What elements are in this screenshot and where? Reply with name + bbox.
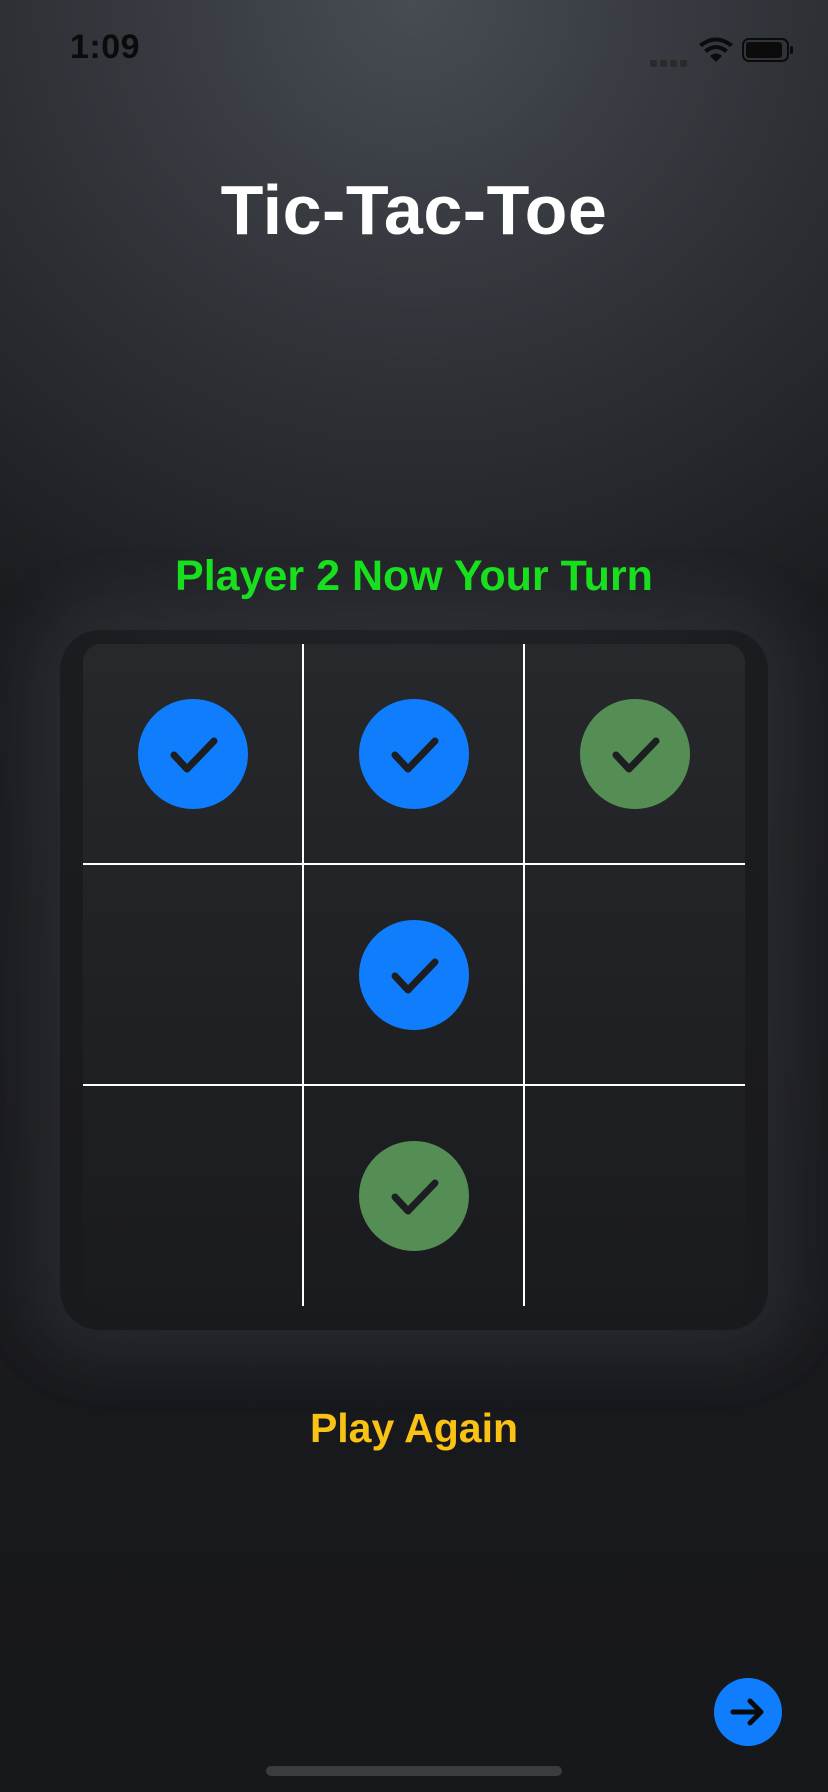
board-cell-8[interactable] bbox=[304, 1086, 524, 1306]
checkmark-icon bbox=[170, 737, 218, 773]
game-board bbox=[83, 644, 745, 1306]
checkmark-icon bbox=[391, 737, 439, 773]
next-button[interactable] bbox=[714, 1678, 782, 1746]
player1-mark bbox=[359, 920, 469, 1030]
board-cell-3[interactable] bbox=[525, 644, 745, 864]
page-title: Tic-Tac-Toe bbox=[220, 171, 608, 249]
checkmark-icon bbox=[391, 958, 439, 994]
board-cell-2[interactable] bbox=[304, 644, 524, 864]
checkmark-icon bbox=[612, 737, 660, 773]
play-again-button[interactable]: Play Again bbox=[264, 1398, 564, 1458]
grid-line-vertical bbox=[302, 644, 304, 1306]
signal-icon bbox=[650, 54, 690, 67]
checkmark-icon bbox=[391, 1179, 439, 1215]
board-cell-4[interactable] bbox=[83, 865, 303, 1085]
board-cell-1[interactable] bbox=[83, 644, 303, 864]
status-time: 1:09 bbox=[70, 28, 141, 66]
board-cell-6[interactable] bbox=[525, 865, 745, 1085]
grid-line-horizontal bbox=[83, 1084, 745, 1086]
board-cell-5[interactable] bbox=[304, 865, 524, 1085]
player1-mark bbox=[138, 699, 248, 809]
player1-mark bbox=[359, 699, 469, 809]
arrow-right-icon bbox=[730, 1698, 764, 1726]
battery-icon bbox=[742, 38, 793, 62]
turn-status-label: Player 2 Now Your Turn bbox=[175, 552, 653, 600]
wifi-icon bbox=[699, 37, 733, 62]
player2-mark bbox=[359, 1141, 469, 1251]
home-indicator[interactable] bbox=[266, 1766, 562, 1776]
grid-line-horizontal bbox=[83, 863, 745, 865]
grid-line-vertical bbox=[523, 644, 525, 1306]
board-cell-7[interactable] bbox=[83, 1086, 303, 1306]
board-cell-9[interactable] bbox=[525, 1086, 745, 1306]
status-bar: 1:09 bbox=[0, 0, 828, 100]
player2-mark bbox=[580, 699, 690, 809]
